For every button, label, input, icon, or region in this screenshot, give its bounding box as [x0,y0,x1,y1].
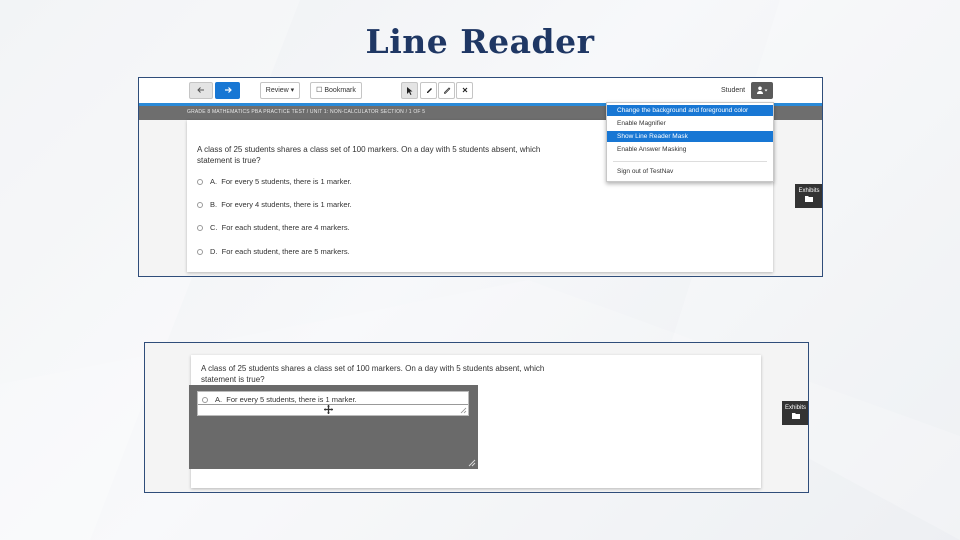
window-resize-icon[interactable] [459,406,467,414]
question-stem-line: A class of 25 students shares a class se… [197,145,541,154]
toolbar: Review ▾ ☐ Bookmark Student [139,78,822,103]
pencil-icon [443,87,450,94]
option-text: For every 4 students, there is 1 marker. [221,200,352,209]
user-name: Student [721,87,746,94]
user-menu-button[interactable] [751,82,773,99]
user-dropdown-menu: Change the background and foreground col… [606,102,774,182]
close-icon [462,87,467,93]
question-stem-line: A class of 25 students shares a class se… [201,364,545,373]
bookmark-icon: ☐ [316,87,323,94]
exhibits-label: Exhibits [798,188,820,194]
answer-option-d[interactable]: D. For each student, there are 5 markers… [197,247,350,256]
menu-item-change-colors[interactable]: Change the background and foreground col… [607,105,773,116]
screenshot-line-reader: A class of 25 students shares a class se… [144,342,809,493]
user-icon [757,86,768,94]
option-text: For every 5 students, there is 1 marker. [221,177,352,186]
radio-button[interactable] [197,179,203,186]
menu-item-sign-out[interactable]: Sign out of TestNav [607,166,773,177]
screenshot-menu-open: Review ▾ ☐ Bookmark Student GRADE 8 MATH… [138,77,823,277]
exhibits-button[interactable]: Exhibits [782,401,808,425]
bookmark-button[interactable]: ☐ Bookmark [310,82,362,99]
pencil-tool[interactable] [438,82,455,99]
option-letter: D. [210,247,218,256]
window-divider [198,404,468,405]
radio-button[interactable] [202,397,208,404]
arrow-right-icon [224,87,232,93]
answer-option-b[interactable]: B. For every 4 students, there is 1 mark… [197,200,352,209]
slide-title: Line Reader [365,22,595,61]
folder-icon [805,196,813,202]
option-text: For each student, there are 5 markers. [221,247,350,256]
question-stem-line: statement is true? [201,375,265,384]
line-reader-window: A. For every 5 students, there is 1 mark… [197,391,469,416]
breadcrumb: GRADE 8 MATHEMATICS PBA PRACTICE TEST / … [187,109,426,115]
answer-option-a[interactable]: A. For every 5 students, there is 1 mark… [197,177,352,186]
radio-button[interactable] [197,249,203,256]
marker-icon [426,88,432,93]
option-letter: C. [210,223,218,232]
arrow-left-icon [197,87,204,93]
answer-option-a[interactable]: A. For every 5 students, there is 1 mark… [202,395,357,404]
option-letter: A. [210,177,218,186]
option-letter: B. [210,200,218,209]
cursor-icon [407,87,413,95]
eliminator-tool[interactable] [456,82,473,99]
review-label: Review [265,87,289,94]
move-icon[interactable] [324,405,333,414]
menu-item-show-line-reader[interactable]: Show Line Reader Mask [607,131,773,142]
forward-button[interactable] [215,82,240,99]
pointer-tool[interactable] [401,82,418,99]
line-reader-mask[interactable]: A. For every 5 students, there is 1 mark… [189,385,478,469]
exhibits-button[interactable]: Exhibits [795,184,822,208]
highlighter-tool[interactable] [420,82,437,99]
menu-divider [613,161,767,162]
back-button[interactable] [189,82,213,99]
option-text: For each student, there are 4 markers. [221,223,350,232]
radio-button[interactable] [197,225,203,232]
bookmark-label: Bookmark [324,87,356,94]
menu-item-enable-magnifier[interactable]: Enable Magnifier [607,118,773,129]
option-text: For every 5 students, there is 1 marker. [226,395,357,404]
review-button[interactable]: Review ▾ [260,82,300,99]
exhibits-label: Exhibits [784,405,806,411]
question-stem-line: statement is true? [197,156,261,165]
option-letter: A. [215,395,223,404]
answer-option-c[interactable]: C. For each student, there are 4 markers… [197,223,350,232]
folder-icon [791,413,800,419]
mask-resize-icon[interactable] [468,459,476,467]
caret-down-icon: ▾ [288,87,295,94]
menu-item-answer-masking[interactable]: Enable Answer Masking [607,144,773,155]
question-stem: A class of 25 students shares a class se… [197,144,540,166]
question-stem: A class of 25 students shares a class se… [201,363,544,385]
radio-button[interactable] [197,202,203,209]
